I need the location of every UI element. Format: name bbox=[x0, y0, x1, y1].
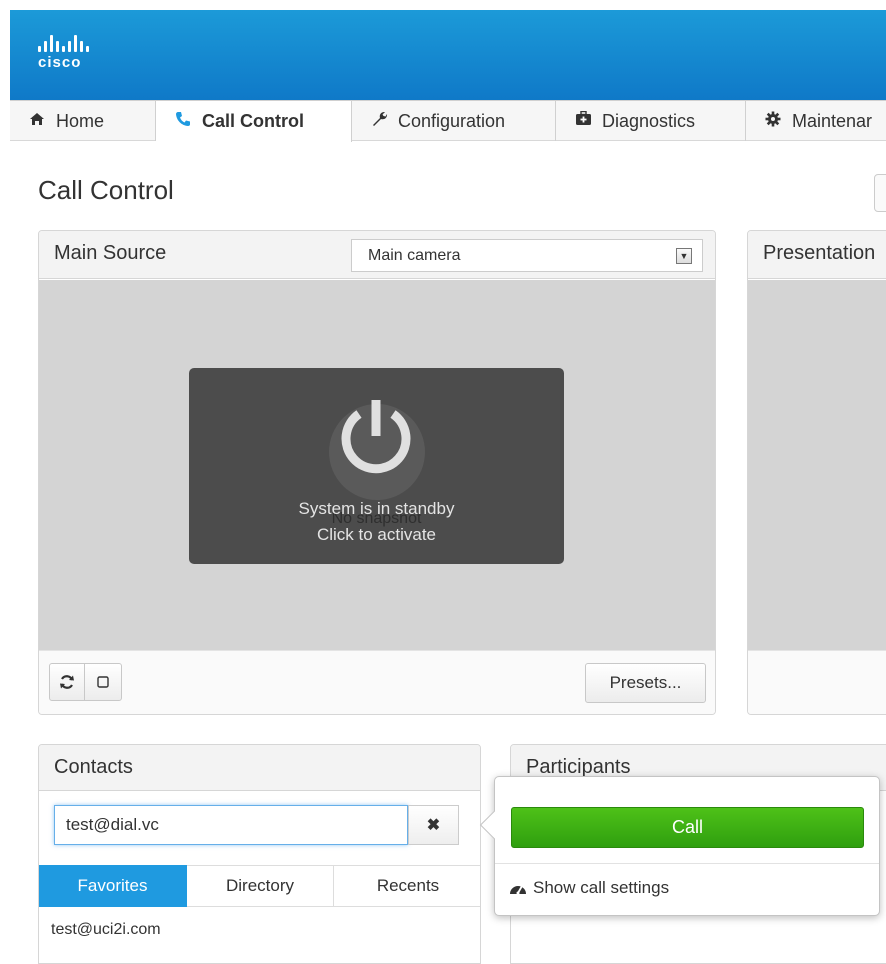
top-right-button[interactable] bbox=[874, 174, 886, 212]
call-popover: Call Show call settings bbox=[479, 776, 880, 916]
list-item[interactable]: test@uci2i.com bbox=[51, 921, 161, 939]
tab-configuration[interactable]: Configuration bbox=[352, 101, 556, 141]
medkit-icon bbox=[574, 110, 592, 131]
fullscreen-button[interactable] bbox=[84, 663, 122, 701]
tab-configuration-label: Configuration bbox=[398, 110, 506, 131]
tab-maintenance-label: Maintenar bbox=[792, 110, 873, 131]
popover-divider bbox=[495, 863, 879, 864]
tab-recents[interactable]: Recents bbox=[334, 865, 480, 907]
logo-text: cisco bbox=[38, 54, 82, 71]
tab-favorites[interactable]: Favorites bbox=[39, 865, 187, 907]
presentation-panel: Presentation bbox=[747, 230, 886, 715]
tab-home-label: Home bbox=[56, 110, 105, 131]
tab-diagnostics-label: Diagnostics bbox=[602, 110, 696, 131]
video-preview[interactable]: No snapshot System is in standby Click t… bbox=[39, 280, 715, 650]
dashboard-icon bbox=[510, 885, 526, 895]
main-source-panel: Main Source Main camera ▼ No snapshot Sy… bbox=[38, 230, 716, 715]
tab-diagnostics[interactable]: Diagnostics bbox=[556, 101, 746, 141]
phone-icon bbox=[174, 111, 192, 132]
standby-overlay[interactable]: No snapshot System is in standby Click t… bbox=[189, 368, 564, 564]
source-select[interactable]: Main camera ▼ bbox=[351, 239, 703, 272]
tab-directory[interactable]: Directory bbox=[187, 865, 334, 907]
refresh-button[interactable] bbox=[49, 663, 85, 701]
header-bar: cisco bbox=[10, 10, 886, 100]
main-source-header: Main Source Main camera ▼ bbox=[39, 231, 715, 279]
tab-maintenance[interactable]: Maintenar bbox=[746, 101, 886, 141]
square-icon bbox=[97, 676, 109, 688]
presentation-footer bbox=[748, 650, 886, 714]
clear-search-button[interactable]: ✖ bbox=[408, 805, 459, 845]
presentation-preview[interactable] bbox=[748, 280, 886, 650]
page-title: Call Control bbox=[38, 175, 174, 205]
home-icon bbox=[28, 112, 46, 131]
main-source-title: Main Source bbox=[54, 242, 167, 264]
presentation-title: Presentation bbox=[763, 242, 876, 264]
presentation-header: Presentation bbox=[748, 231, 886, 279]
main-nav: Home Call Control Configuration Diagnost… bbox=[10, 100, 886, 142]
close-icon: ✖ bbox=[426, 817, 441, 834]
contact-search-input[interactable]: test@dial.vc bbox=[54, 805, 408, 845]
contacts-panel: Contacts test@dial.vc ✖ Favorites Direct… bbox=[38, 744, 481, 964]
main-source-footer: Presets... bbox=[39, 650, 715, 714]
contacts-title: Contacts bbox=[54, 756, 133, 778]
call-button[interactable]: Call bbox=[511, 807, 864, 848]
source-select-value: Main camera bbox=[368, 247, 461, 264]
wrench-icon bbox=[370, 110, 388, 132]
power-icon bbox=[341, 400, 411, 474]
contacts-header: Contacts bbox=[39, 745, 480, 791]
tab-home[interactable]: Home bbox=[10, 101, 156, 141]
presets-button[interactable]: Presets... bbox=[585, 663, 706, 703]
tab-call-control-label: Call Control bbox=[202, 111, 304, 131]
logo-bars bbox=[38, 34, 89, 52]
popover-arrow bbox=[479, 810, 509, 840]
show-call-settings-link[interactable]: Show call settings bbox=[509, 878, 669, 898]
tab-call-control[interactable]: Call Control bbox=[156, 101, 352, 142]
show-call-settings-label: Show call settings bbox=[533, 878, 670, 897]
chevron-down-icon: ▼ bbox=[676, 248, 692, 264]
cisco-logo: cisco bbox=[38, 34, 89, 71]
standby-text: System is in standby bbox=[298, 499, 455, 518]
activate-text: Click to activate bbox=[316, 525, 437, 544]
refresh-icon bbox=[60, 675, 74, 689]
gear-icon bbox=[764, 111, 782, 132]
